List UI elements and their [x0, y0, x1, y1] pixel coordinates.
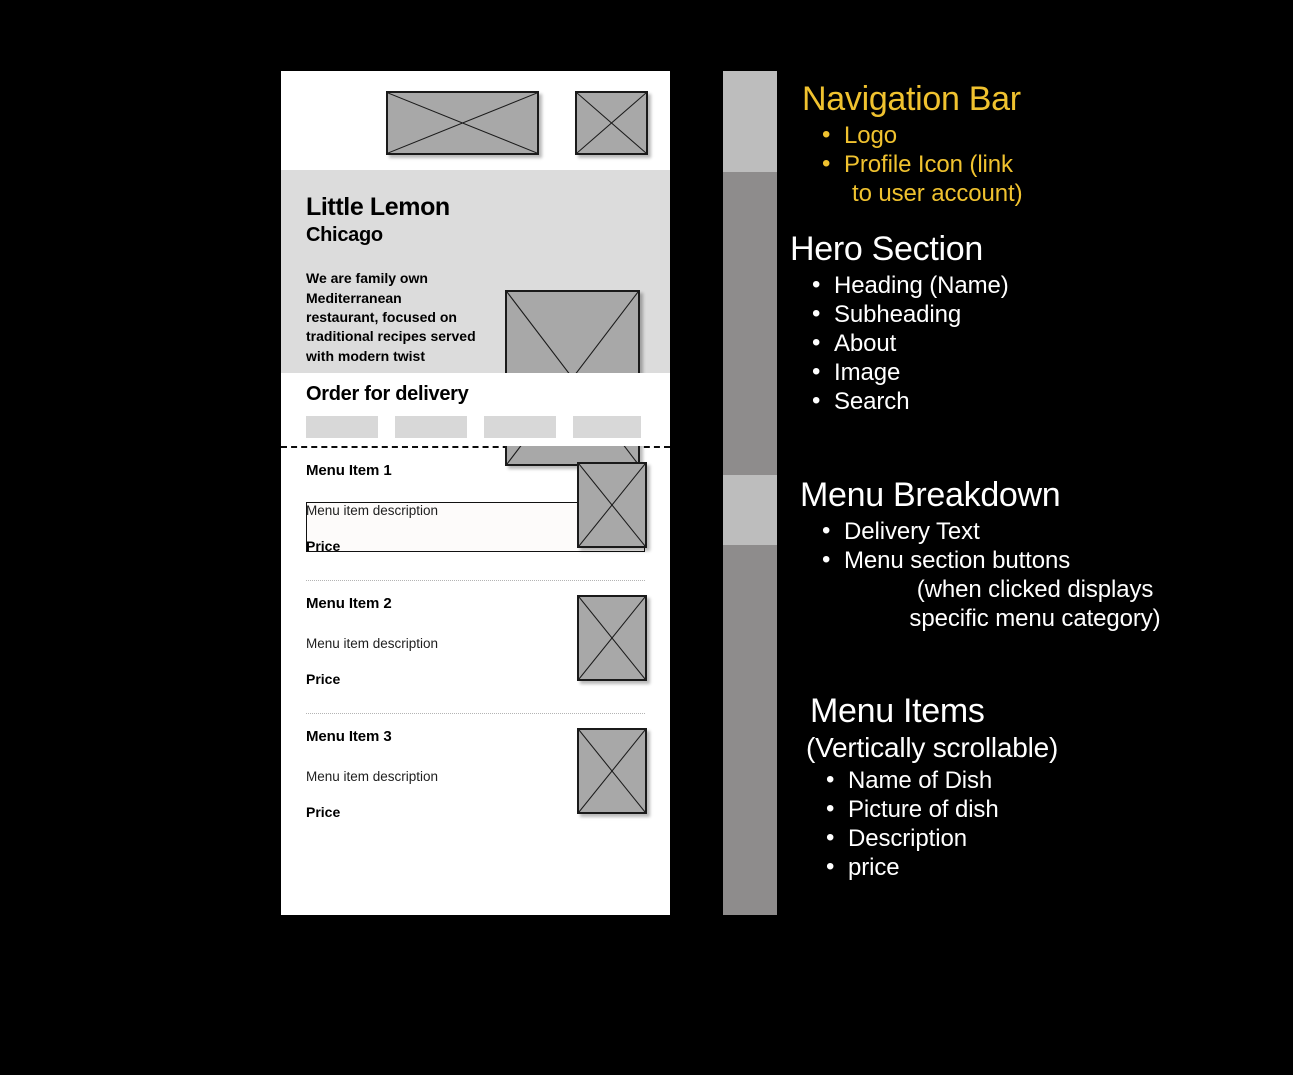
- restaurant-name-heading: Little Lemon: [306, 193, 450, 221]
- annotation-list-item: price: [804, 852, 1274, 882]
- segment-hero: [723, 172, 777, 475]
- segment-menu-items: [723, 545, 777, 915]
- menu-category-button-1[interactable]: [306, 416, 378, 438]
- annotation-list-item: About: [790, 328, 1260, 358]
- annotation-heading: Navigation Bar: [802, 80, 1021, 118]
- wireframe-canvas: Little Lemon Chicago We are family own M…: [0, 0, 1293, 1075]
- annotation-list-item: Profile Icon (link: [800, 149, 1270, 179]
- annotation-list-item: Delivery Text: [800, 516, 1270, 546]
- menu-item-row[interactable]: Menu Item 3 Menu item description Price: [281, 714, 670, 846]
- menu-item-image-placeholder-icon: [577, 462, 647, 548]
- phone-wireframe-card: Little Lemon Chicago We are family own M…: [281, 71, 670, 915]
- annotation-list-item: Image: [790, 357, 1260, 387]
- annotation-list-item-continuation: (when clicked displays: [916, 576, 1154, 604]
- hero-section: Little Lemon Chicago We are family own M…: [281, 170, 670, 552]
- about-text: We are family own Mediterranean restaura…: [306, 270, 476, 364]
- annotation-list-item: Heading (Name): [790, 270, 1260, 300]
- annotation-list: Logo Profile Icon (link to user account): [800, 120, 1270, 208]
- annotation-list: Heading (Name) Subheading About Image Se…: [790, 270, 1260, 416]
- annotation-navigation-bar: Navigation Bar Logo Profile Icon (link t…: [800, 79, 1270, 208]
- section-indicator-bar: [723, 71, 777, 915]
- menu-category-button-3[interactable]: [484, 416, 556, 438]
- annotation-list: Name of Dish Picture of dish Description…: [804, 765, 1274, 882]
- annotation-list-item: Search: [790, 386, 1260, 416]
- annotation-list-item: Picture of dish: [804, 794, 1274, 824]
- annotation-list: Delivery Text Menu section buttons (when…: [800, 516, 1270, 633]
- annotation-menu-breakdown: Menu Breakdown Delivery Text Menu sectio…: [800, 475, 1270, 633]
- menu-item-image-placeholder-icon: [577, 728, 647, 814]
- menu-item-image-placeholder-icon: [577, 595, 647, 681]
- logo-image-placeholder-icon[interactable]: [386, 91, 539, 155]
- segment-menu-breakdown: [723, 475, 777, 545]
- annotation-heading: Hero Section: [790, 230, 983, 268]
- annotation-heading: Menu Items: [810, 692, 985, 730]
- annotation-list-item-continuation: to user account): [852, 180, 1023, 208]
- menu-item-row[interactable]: Menu Item 2 Menu item description Price: [281, 581, 670, 713]
- menu-item-row[interactable]: Menu Item 1 Menu item description Price: [281, 448, 670, 580]
- annotation-hero-section: Hero Section Heading (Name) Subheading A…: [790, 229, 1260, 416]
- annotation-list-item: Menu section buttons: [800, 545, 1270, 575]
- menu-category-button-2[interactable]: [395, 416, 467, 438]
- profile-icon-placeholder-icon[interactable]: [575, 91, 648, 155]
- annotation-list-item: Subheading: [790, 299, 1260, 329]
- menu-items-list[interactable]: Menu Item 1 Menu item description Price …: [281, 448, 670, 846]
- annotation-list-item-continuation: specific menu category): [909, 605, 1161, 633]
- restaurant-city-subheading: Chicago: [306, 224, 383, 247]
- annotation-list-item: Description: [804, 823, 1274, 853]
- navigation-bar: [281, 71, 670, 170]
- annotation-list-item: Logo: [800, 120, 1270, 150]
- menu-category-button-4[interactable]: [573, 416, 641, 438]
- menu-category-button-row: [306, 416, 645, 438]
- menu-breakdown-section: Order for delivery: [281, 373, 670, 446]
- annotation-list-item: Name of Dish: [804, 765, 1274, 795]
- annotation-heading: Menu Breakdown: [800, 476, 1061, 514]
- annotation-menu-items: Menu Items (Vertically scrollable) Name …: [804, 691, 1274, 882]
- segment-navigation: [723, 71, 777, 172]
- annotation-subheading: (Vertically scrollable): [806, 732, 1059, 764]
- order-for-delivery-heading: Order for delivery: [306, 383, 469, 405]
